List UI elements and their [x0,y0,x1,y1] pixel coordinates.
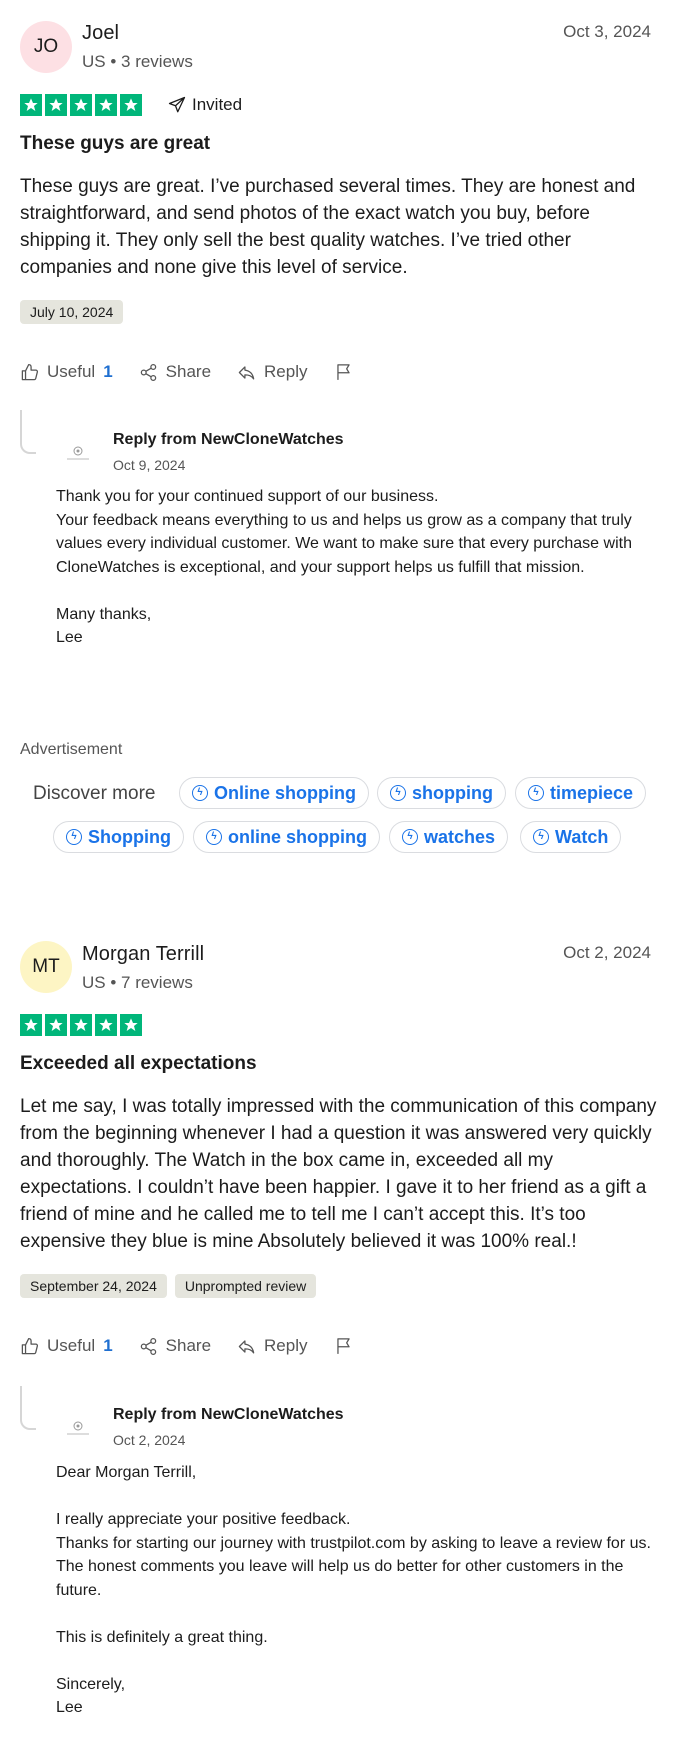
star-icon [120,1014,142,1036]
experience-date-chip: September 24, 2024 [20,1274,167,1298]
avatar-initials: JO [33,36,59,57]
search-spark-icon: ϟ [192,785,208,801]
pill-label: Watch [555,826,609,847]
send-icon [168,96,186,113]
share-icon [140,1337,156,1355]
avatar[interactable]: JO [20,21,72,73]
invited-badge[interactable]: Invited [168,95,242,115]
useful-count: 1 [103,1336,113,1355]
star-icon [95,94,117,116]
discover-pill-online-shopping[interactable]: ϟ Online shopping [179,777,369,809]
review-date: Oct 3, 2024 [563,22,651,41]
share-icon [140,363,156,381]
avatar[interactable]: MT [20,941,72,993]
review-title[interactable]: These guys are great [20,133,210,155]
star-icon [45,1014,67,1036]
flag-button[interactable] [334,1336,353,1356]
company-logo-icon [63,1417,93,1441]
discover-pill-shopping-cap[interactable]: ϟ Shopping [53,821,184,853]
review-actions: Useful 1 Share Reply [20,362,379,382]
unprompted-review-badge[interactable]: Unprompted review [174,1274,317,1298]
reply-from: Reply from NewCloneWatches [113,1406,344,1423]
discover-pill-shopping[interactable]: ϟ shopping [377,777,506,809]
review-title[interactable]: Exceeded all expectations [20,1053,257,1075]
useful-count: 1 [103,362,113,381]
reply-date: Oct 9, 2024 [113,457,186,473]
pill-label: online shopping [228,826,367,847]
reply-label: Reply [264,1336,308,1355]
star-icon [45,94,67,116]
search-spark-icon: ϟ [390,785,406,801]
search-spark-icon: ϟ [402,829,418,845]
avatar-initials: MT [32,956,60,977]
star-icon [120,94,142,116]
company-logo-icon [63,442,93,466]
reply-text: Dear Morgan Terrill, I really appreciate… [56,1464,651,1716]
search-spark-icon: ϟ [528,785,544,801]
pill-label: Online shopping [214,782,356,803]
reply-icon [238,365,255,379]
search-spark-icon: ϟ [66,829,82,845]
experience-date-chip: July 10, 2024 [20,300,124,324]
share-label: Share [165,362,212,381]
thumbs-up-icon [21,1337,39,1354]
reviewer-name[interactable]: Morgan Terrill [82,943,204,966]
reply-text: Thank you for your continued support of … [56,488,632,646]
reply-button[interactable]: Reply [237,362,308,382]
reviewer-meta: US • 3 reviews [82,52,193,71]
share-label: Share [165,1336,212,1355]
search-spark-icon: ϟ [206,829,222,845]
discover-more-label: Discover more [33,783,156,804]
pill-label: timepiece [550,782,634,803]
search-spark-icon: ϟ [533,829,549,845]
discover-pill-watches[interactable]: ϟ watches [389,821,509,853]
review-actions: Useful 1 Share Reply [20,1336,379,1356]
thumbs-up-icon [21,363,39,380]
star-rating [20,94,142,116]
reply-button[interactable]: Reply [237,1336,308,1356]
star-icon [20,1014,42,1036]
pill-label: shopping [412,782,493,803]
reply-date: Oct 2, 2024 [113,1432,186,1448]
share-button[interactable]: Share [139,1336,211,1356]
reply-icon [238,1339,255,1353]
reply-from: Reply from NewCloneWatches [113,431,344,448]
advertisement-label: Advertisement [20,741,123,758]
reply-connector [20,1386,36,1430]
useful-button[interactable]: Useful 1 [20,362,113,382]
star-icon [70,1014,92,1036]
invited-label: Invited [192,95,243,114]
pill-label: Shopping [88,826,171,847]
reply-label: Reply [264,362,308,381]
discover-pill-watch[interactable]: ϟ Watch [520,821,622,853]
useful-label: Useful [47,362,96,381]
pill-label: watches [424,826,496,847]
star-icon [95,1014,117,1036]
flag-icon [336,1338,350,1354]
flag-icon [336,364,350,380]
star-icon [20,94,42,116]
review-chips: September 24, 2024 Unprompted review [20,1274,317,1298]
reply-connector [20,410,36,454]
discover-pill-timepiece[interactable]: ϟ timepiece [515,777,647,809]
flag-button[interactable] [334,362,353,382]
discover-pill-online-shopping-lower[interactable]: ϟ online shopping [193,821,380,853]
useful-label: Useful [47,1336,96,1355]
review-date: Oct 2, 2024 [563,943,651,962]
star-icon [70,94,92,116]
review-body: These guys are great. I’ve purchased sev… [20,176,636,278]
useful-button[interactable]: Useful 1 [20,1336,113,1356]
share-button[interactable]: Share [139,362,211,382]
reviewer-meta: US • 7 reviews [82,973,193,992]
star-rating [20,1014,142,1036]
reviewer-name[interactable]: Joel [82,22,119,45]
review-body: Let me say, I was totally impressed with… [20,1096,657,1252]
